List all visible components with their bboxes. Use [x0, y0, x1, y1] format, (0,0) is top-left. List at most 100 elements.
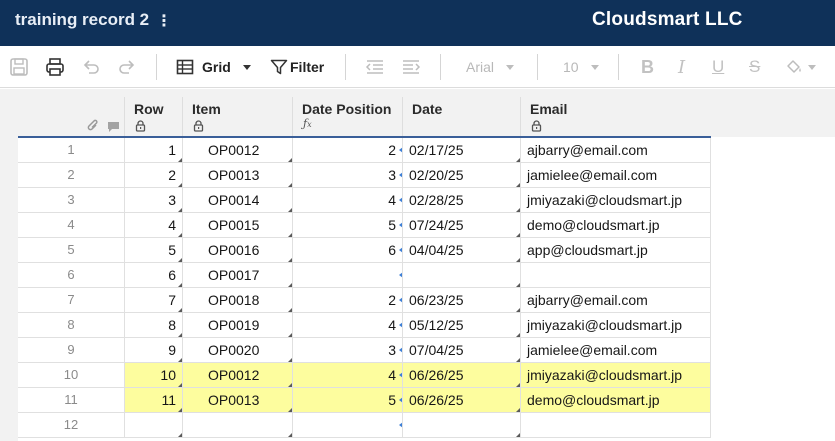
cell-item[interactable]: OP0016	[183, 238, 293, 262]
indent-icon[interactable]	[401, 56, 421, 78]
cell-row[interactable]	[125, 413, 183, 437]
cell-row[interactable]: 6	[125, 263, 183, 287]
row-number[interactable]: 3	[18, 188, 125, 212]
cell-email[interactable]: jmiyazaki@cloudsmart.jp	[521, 188, 711, 212]
sheet-title[interactable]: training record 2	[15, 10, 149, 30]
cell-email[interactable]	[521, 263, 711, 287]
column-header-date[interactable]: Date	[403, 97, 521, 137]
cell-date[interactable]: 07/24/25	[403, 213, 521, 237]
cell-email[interactable]: demo@cloudsmart.jp	[521, 213, 711, 237]
cell-item[interactable]: OP0018	[183, 288, 293, 312]
row-number[interactable]: 7	[18, 288, 125, 312]
cell-date[interactable]: 02/17/25	[403, 138, 521, 162]
cell-row[interactable]: 10	[125, 363, 183, 387]
fill-color-icon[interactable]	[784, 56, 816, 78]
bold-icon[interactable]: B	[641, 56, 654, 78]
save-icon[interactable]	[9, 56, 29, 78]
cell-email[interactable]: app@cloudsmart.jp	[521, 238, 711, 262]
cell-date[interactable]: 05/12/25	[403, 313, 521, 337]
cell-item[interactable]: OP0017	[183, 263, 293, 287]
underline-icon[interactable]: U	[712, 56, 724, 78]
row-number[interactable]: 1	[18, 138, 125, 162]
cell-item[interactable]: OP0015	[183, 213, 293, 237]
print-icon[interactable]	[45, 56, 65, 78]
cell-date-position[interactable]: 5	[293, 213, 403, 237]
column-header-email[interactable]: Email	[521, 97, 711, 137]
column-header-date-position[interactable]: Date Position ƒx	[293, 97, 403, 137]
cell-date[interactable]: 04/04/25	[403, 238, 521, 262]
cell-item[interactable]: OP0012	[183, 138, 293, 162]
cell-date-position[interactable]: 3	[293, 163, 403, 187]
cell-email[interactable]: ajbarry@email.com	[521, 138, 711, 162]
column-header-row[interactable]: Row	[125, 97, 183, 137]
cell-row[interactable]: 9	[125, 338, 183, 362]
table-row[interactable]: 3 3 OP0014 4 02/28/25 jmiyazaki@cloudsmart.jp	[18, 188, 711, 213]
cell-date-position[interactable]: 4	[293, 188, 403, 212]
table-row[interactable]: 12	[18, 413, 711, 438]
cell-date[interactable]	[403, 413, 521, 437]
cell-item[interactable]: OP0014	[183, 188, 293, 212]
font-family-select[interactable]: Arial	[466, 56, 515, 78]
cell-date[interactable]: 06/26/25	[403, 388, 521, 412]
cell-row[interactable]: 2	[125, 163, 183, 187]
cell-date-position[interactable]	[293, 413, 403, 437]
cell-date[interactable]: 06/26/25	[403, 363, 521, 387]
undo-icon[interactable]	[81, 56, 101, 78]
row-number[interactable]: 4	[18, 213, 125, 237]
cell-date-position[interactable]: 3	[293, 338, 403, 362]
table-row[interactable]: 11 11 OP0013 5 06/26/25 demo@cloudsmart.jp	[18, 388, 711, 413]
cell-row[interactable]: 5	[125, 238, 183, 262]
row-number[interactable]: 11	[18, 388, 125, 412]
table-row[interactable]: 10 10 OP0012 4 06/26/25 jmiyazaki@cloudsmart.…	[18, 363, 711, 388]
cell-date-position[interactable]: 4	[293, 313, 403, 337]
cell-date[interactable]: 06/23/25	[403, 288, 521, 312]
cell-date[interactable]: 02/28/25	[403, 188, 521, 212]
cell-row[interactable]: 1	[125, 138, 183, 162]
cell-row[interactable]: 11	[125, 388, 183, 412]
filter-button[interactable]: Filter	[270, 56, 324, 78]
cell-date[interactable]: 02/20/25	[403, 163, 521, 187]
cell-email[interactable]	[521, 413, 711, 437]
cell-item[interactable]	[183, 413, 293, 437]
row-number[interactable]: 2	[18, 163, 125, 187]
row-number[interactable]: 12	[18, 413, 125, 437]
table-row[interactable]: 5 5 OP0016 6 04/04/25 app@cloudsmart.jp	[18, 238, 711, 263]
table-row[interactable]: 9 9 OP0020 3 07/04/25 jamielee@email.com	[18, 338, 711, 363]
table-row[interactable]: 2 2 OP0013 3 02/20/25 jamielee@email.com	[18, 163, 711, 188]
row-number[interactable]: 8	[18, 313, 125, 337]
table-row[interactable]: 6 6 OP0017	[18, 263, 711, 288]
cell-email[interactable]: jmiyazaki@cloudsmart.jp	[521, 363, 711, 387]
strikethrough-icon[interactable]: S	[749, 56, 760, 78]
cell-item[interactable]: OP0013	[183, 163, 293, 187]
cell-item[interactable]: OP0012	[183, 363, 293, 387]
outdent-icon[interactable]	[365, 56, 385, 78]
cell-date-position[interactable]: 5	[293, 388, 403, 412]
cell-date-position[interactable]: 4	[293, 363, 403, 387]
italic-icon[interactable]: I	[678, 56, 685, 78]
row-number[interactable]: 5	[18, 238, 125, 262]
row-number[interactable]: 6	[18, 263, 125, 287]
cell-date[interactable]	[403, 263, 521, 287]
cell-row[interactable]: 8	[125, 313, 183, 337]
cell-email[interactable]: jamielee@email.com	[521, 163, 711, 187]
kebab-icon[interactable]: ⋮	[156, 11, 172, 31]
cell-email[interactable]: jamielee@email.com	[521, 338, 711, 362]
cell-row[interactable]: 7	[125, 288, 183, 312]
table-row[interactable]: 7 7 OP0018 2 06/23/25 ajbarry@email.com	[18, 288, 711, 313]
cell-date[interactable]: 07/04/25	[403, 338, 521, 362]
row-number[interactable]: 10	[18, 363, 125, 387]
cell-date-position[interactable]: 6	[293, 238, 403, 262]
font-size-select[interactable]: 10	[563, 56, 599, 78]
cell-date-position[interactable]: 2	[293, 138, 403, 162]
cell-date-position[interactable]	[293, 263, 403, 287]
column-header-item[interactable]: Item	[183, 97, 293, 137]
row-number[interactable]: 9	[18, 338, 125, 362]
table-row[interactable]: 4 4 OP0015 5 07/24/25 demo@cloudsmart.jp	[18, 213, 711, 238]
table-row[interactable]: 8 8 OP0019 4 05/12/25 jmiyazaki@cloudsmart.jp	[18, 313, 711, 338]
cell-item[interactable]: OP0020	[183, 338, 293, 362]
cell-row[interactable]: 4	[125, 213, 183, 237]
cell-date-position[interactable]: 2	[293, 288, 403, 312]
cell-email[interactable]: demo@cloudsmart.jp	[521, 388, 711, 412]
redo-icon[interactable]	[117, 56, 137, 78]
cell-row[interactable]: 3	[125, 188, 183, 212]
